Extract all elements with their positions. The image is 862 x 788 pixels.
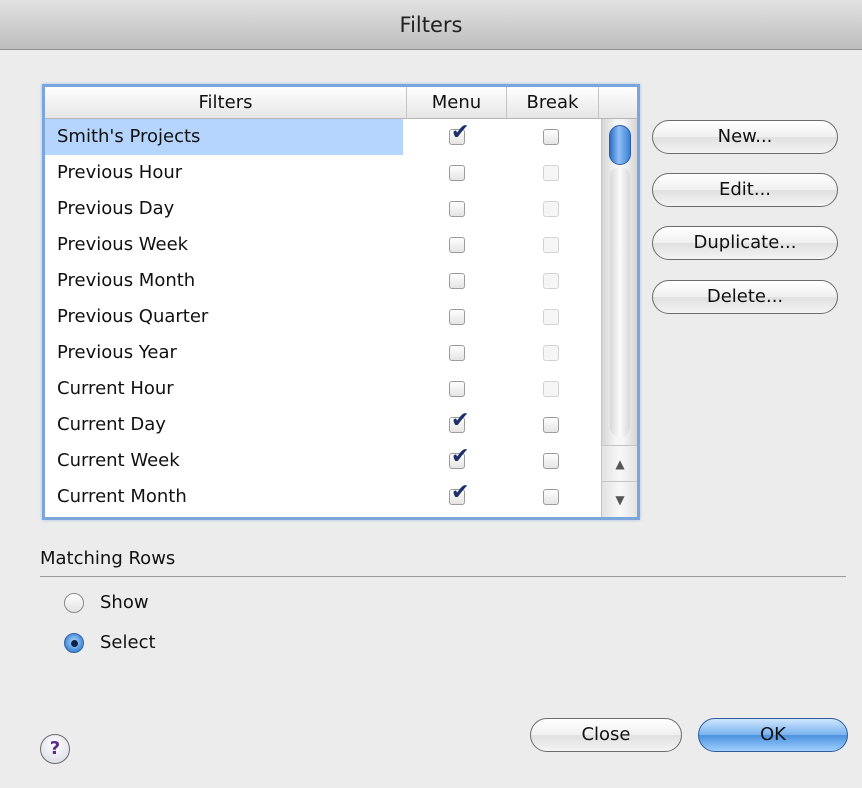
filter-name[interactable]: Current Month <box>45 479 403 515</box>
menu-checkbox[interactable] <box>449 201 465 217</box>
edit-filter-button[interactable]: Edit... <box>652 173 838 207</box>
break-checkbox[interactable] <box>543 129 559 145</box>
scroll-up-arrow-icon[interactable]: ▲ <box>602 445 637 481</box>
table-row[interactable]: Previous Week <box>45 227 601 263</box>
close-button[interactable]: Close <box>530 718 682 752</box>
filter-name[interactable]: Previous Hour <box>45 155 403 191</box>
window-title: Filters <box>0 0 862 50</box>
header-corner <box>599 87 637 119</box>
filter-name[interactable]: Previous Year <box>45 335 403 371</box>
table-row[interactable]: Current Week ✔ <box>45 443 601 479</box>
break-checkbox[interactable] <box>543 201 559 217</box>
ok-button[interactable]: OK <box>698 718 848 752</box>
radio-button-select[interactable] <box>64 633 84 653</box>
menu-checkbox[interactable] <box>449 237 465 253</box>
radio-label-select[interactable]: Select <box>100 630 156 656</box>
scroll-thumb[interactable] <box>609 125 631 165</box>
menu-checkbox[interactable] <box>449 345 465 361</box>
table-row[interactable]: Previous Hour <box>45 155 601 191</box>
menu-checkbox[interactable] <box>449 309 465 325</box>
table-rows: Smith's Projects ✔ Previous Hour Previous D… <box>45 119 601 515</box>
menu-checkbox[interactable] <box>449 165 465 181</box>
table-row[interactable]: Previous Quarter <box>45 299 601 335</box>
filter-name[interactable]: Previous Day <box>45 191 403 227</box>
filter-name[interactable]: Smith's Projects <box>45 119 403 155</box>
menu-checkbox[interactable]: ✔ <box>449 482 469 505</box>
column-header-filters[interactable]: Filters <box>45 87 407 119</box>
table-row[interactable]: Current Day ✔ <box>45 407 601 443</box>
vertical-scrollbar[interactable]: ▲ ▼ <box>601 119 637 517</box>
new-filter-button[interactable]: New... <box>652 120 838 154</box>
scroll-down-arrow-icon[interactable]: ▼ <box>602 481 637 517</box>
column-header-menu[interactable]: Menu <box>407 87 507 119</box>
checkmark-icon: ✔ <box>451 444 470 469</box>
radio-button-show[interactable] <box>64 593 84 613</box>
break-checkbox[interactable] <box>543 309 559 325</box>
break-checkbox[interactable] <box>543 489 559 505</box>
break-checkbox[interactable] <box>543 345 559 361</box>
scroll-track[interactable] <box>610 167 630 437</box>
table-row[interactable]: Previous Day <box>45 191 601 227</box>
break-checkbox[interactable] <box>543 381 559 397</box>
break-checkbox[interactable] <box>543 417 559 433</box>
table-row[interactable]: Previous Month <box>45 263 601 299</box>
filter-name[interactable]: Current Week <box>45 443 403 479</box>
filter-name[interactable]: Previous Week <box>45 227 403 263</box>
filter-name[interactable]: Current Day <box>45 407 403 443</box>
checkmark-icon: ✔ <box>451 120 470 145</box>
break-checkbox[interactable] <box>543 237 559 253</box>
filter-name[interactable]: Previous Month <box>45 263 403 299</box>
menu-checkbox[interactable] <box>449 273 465 289</box>
column-header-break[interactable]: Break <box>507 87 599 119</box>
menu-checkbox[interactable]: ✔ <box>449 446 469 469</box>
help-icon[interactable]: ? <box>40 734 70 764</box>
table-row[interactable]: Smith's Projects ✔ <box>45 119 601 155</box>
table-header: Filters Menu Break <box>45 87 637 119</box>
menu-checkbox[interactable]: ✔ <box>449 410 469 433</box>
checkmark-icon: ✔ <box>451 408 470 433</box>
filter-name[interactable]: Previous Quarter <box>45 299 403 335</box>
delete-filter-button[interactable]: Delete... <box>652 280 838 314</box>
matching-rows-label: Matching Rows <box>40 548 176 569</box>
table-row[interactable]: Previous Year <box>45 335 601 371</box>
break-checkbox[interactable] <box>543 165 559 181</box>
filters-table[interactable]: Filters Menu Break Smith's Projects ✔ Prev… <box>42 84 640 520</box>
checkmark-icon: ✔ <box>451 480 470 505</box>
section-separator <box>40 576 846 577</box>
table-row[interactable]: Current Hour <box>45 371 601 407</box>
table-row[interactable]: Current Month ✔ <box>45 479 601 515</box>
menu-checkbox[interactable] <box>449 381 465 397</box>
menu-checkbox[interactable]: ✔ <box>449 122 469 145</box>
break-checkbox[interactable] <box>543 273 559 289</box>
duplicate-filter-button[interactable]: Duplicate... <box>652 226 838 260</box>
break-checkbox[interactable] <box>543 453 559 469</box>
filter-name[interactable]: Current Hour <box>45 371 403 407</box>
radio-label-show[interactable]: Show <box>100 590 149 616</box>
